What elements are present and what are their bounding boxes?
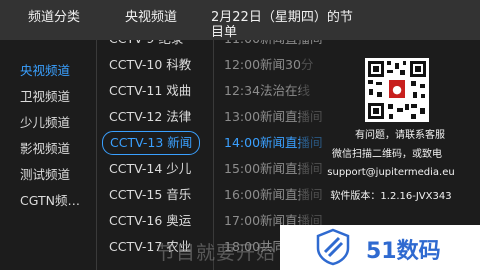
channel-item-selected[interactable]: CCTV-13 新闻 [102, 131, 200, 155]
watermark-text: 51数码 [366, 239, 441, 264]
category-list: 央视频道 卫视频道 少儿频道 影视频道 测试频道 CGTN频… [0, 58, 88, 214]
category-column-title: 频道分类 [28, 10, 81, 25]
support-email: support@jupitermedia.eu [327, 167, 455, 178]
qr-code-icon: ● [365, 58, 429, 122]
channel-list: CCTV-9 纪录 CCTV-10 科教 CCTV-11 戏曲 CCTV-12 … [100, 26, 212, 260]
support-text-line2: 微信扫描二维码，或致电 [332, 149, 442, 160]
channel-item[interactable]: CCTV-11 戏曲 [100, 78, 212, 104]
program-column-title: 2月22日（星期四）的节目单 [211, 10, 353, 40]
category-item-satellite[interactable]: 卫视频道 [0, 84, 88, 110]
channel-column-title: 央视频道 [125, 10, 178, 25]
svg-text:●: ● [392, 83, 402, 96]
watermark-shield-icon [314, 228, 352, 266]
column-divider [96, 40, 97, 270]
channel-item[interactable]: CCTV-14 少儿 [100, 156, 212, 182]
category-item-test[interactable]: 测试频道 [0, 162, 88, 188]
software-version: 软件版本：1.2.16-JVX343 [330, 191, 452, 202]
column-divider [213, 40, 214, 270]
channel-item[interactable]: CCTV-16 奥运 [100, 208, 212, 234]
category-item-movies[interactable]: 影视频道 [0, 136, 88, 162]
category-item-kids[interactable]: 少儿频道 [0, 110, 88, 136]
header-bar: 频道分类 央视频道 2月22日（星期四）的节目单 [0, 0, 480, 40]
channel-item[interactable]: CCTV-12 法律 [100, 104, 212, 130]
support-text-line1: 有问题，请联系客服 [355, 130, 445, 141]
channel-item[interactable]: CCTV-10 科教 [100, 52, 212, 78]
channel-item[interactable]: CCTV-15 音乐 [100, 182, 212, 208]
category-item-cctv[interactable]: 央视频道 [0, 58, 88, 84]
category-item-cgtn[interactable]: CGTN频… [0, 188, 88, 214]
